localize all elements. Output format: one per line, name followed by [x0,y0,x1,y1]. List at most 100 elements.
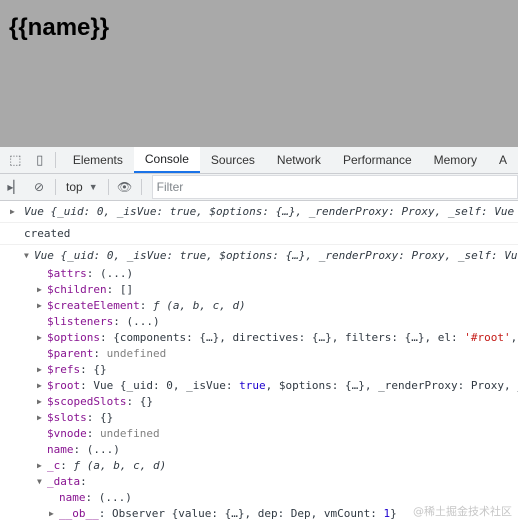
property-value: ƒ (a, b, c, d) [73,459,167,472]
log-text: created [24,227,71,240]
property-key: $attrs [47,267,87,280]
property-key: $scopedSlots [47,395,127,408]
property-value: Vue {_uid: 0, _isVue: [93,379,240,392]
property-row: name: (...) [0,442,518,458]
property-value-rest: , [510,331,518,344]
chevron-down-icon: ▼ [88,182,98,192]
property-value: undefined [100,427,160,440]
property-separator: : [126,395,140,408]
property-key: $children [47,283,107,296]
expand-triangle-icon[interactable]: ▶ [37,330,42,346]
expand-triangle-icon[interactable]: ▶ [37,362,42,378]
property-separator: : [73,443,87,456]
devtools-tabbar: ⬚ ▯ Elements Console Sources Network Per… [0,147,518,174]
divider [55,179,56,195]
property-row: $parent: undefined [0,346,518,362]
property-row[interactable]: ▶ $root: Vue {_uid: 0, _isVue: true, $opt… [0,378,518,394]
property-value-rest: } [390,507,397,520]
property-row: $vnode: undefined [0,426,518,442]
console-message[interactable]: ▶ Vue {_uid: 0, _isVue: true, $options: … [0,201,518,223]
property-separator: : [86,267,100,280]
property-value: {} [100,411,114,424]
property-row[interactable]: ▶ $slots: {} [0,410,518,426]
property-key: _c [47,459,61,472]
devtools-panel: ⬚ ▯ Elements Console Sources Network Per… [0,147,518,523]
property-key: name [59,491,86,504]
property-value: (...) [126,315,160,328]
property-key: $listeners [47,315,114,328]
inspected-page: {{name}} [0,0,518,147]
divider [54,152,56,168]
property-row[interactable]: ▼ _data: [0,474,518,490]
property-value: Observer {value: {…}, dep: Dep, vmCount: [112,507,384,520]
property-key: $root [47,379,81,392]
property-value: (...) [86,443,120,456]
tab-sources[interactable]: Sources [200,147,266,173]
expand-triangle-icon[interactable]: ▶ [37,394,42,410]
property-key: $parent [47,347,94,360]
property-key: $slots [47,411,87,424]
property-key: $options [47,331,100,344]
property-row: $listeners: (...) [0,314,518,330]
property-value: (...) [98,491,132,504]
device-toolbar-icon[interactable]: ▯ [30,147,48,173]
property-row[interactable]: ▶ $refs: {} [0,362,518,378]
log-object-preview: Vue {_uid: 0, _isVue: true, $options: {…… [34,249,518,262]
collapse-triangle-icon[interactable]: ▼ [37,474,42,490]
console-toolbar: ▸▏ ⊘ top ▼ 👁 Filter [0,174,518,201]
inspect-element-icon[interactable]: ⬚ [6,147,24,173]
property-value: undefined [106,347,167,360]
property-value-literal: true [239,379,266,392]
expand-triangle-icon[interactable]: ▶ [37,282,42,298]
property-row[interactable]: ▶ $options: {components: {…}, directives:… [0,330,518,346]
expand-triangle-icon[interactable]: ▶ [49,506,54,522]
property-key: $createElement [47,299,140,312]
object-properties: $attrs: (...) ▶ $children: [] ▶ $createEleme… [0,266,518,522]
property-row: $attrs: (...) [0,266,518,282]
property-row[interactable]: ▶ $scopedSlots: {} [0,394,518,410]
property-separator: : [60,459,74,472]
property-key: __ob__ [59,507,99,520]
tab-elements[interactable]: Elements [62,147,134,173]
filter-input[interactable]: Filter [151,175,518,199]
expand-triangle-icon[interactable]: ▶ [37,458,42,474]
console-message-expanded[interactable]: ▼ Vue {_uid: 0, _isVue: true, $options: … [0,245,518,266]
tab-performance[interactable]: Performance [332,147,423,173]
divider [107,179,109,195]
expand-triangle-icon[interactable]: ▶ [37,378,42,394]
property-key: _data [47,475,81,488]
collapse-triangle-icon[interactable]: ▼ [24,245,29,266]
property-separator: : [80,379,94,392]
watermark: @稀土掘金技术社区 [413,505,512,518]
property-value: (...) [100,267,134,280]
property-value: [] [119,283,134,296]
log-object-preview: Vue {_uid: 0, _isVue: true, $options: {…… [24,205,515,218]
property-separator: : [99,331,114,344]
expand-triangle-icon[interactable]: ▶ [37,410,42,426]
context-selector[interactable]: top ▼ [62,180,102,194]
expand-triangle-icon[interactable]: ▶ [10,201,15,222]
tab-more[interactable]: A [488,147,518,173]
property-key: $refs [47,363,81,376]
property-separator: : [98,507,112,520]
live-expression-eye-icon[interactable]: 👁 [115,177,135,197]
tab-memory[interactable]: Memory [423,147,488,173]
property-separator: : [86,411,100,424]
property-separator: : [80,363,94,376]
console-output: ▶ Vue {_uid: 0, _isVue: true, $options: … [0,201,518,522]
divider [140,179,142,195]
property-row[interactable]: ▶ _c: ƒ (a, b, c, d) [0,458,518,474]
clear-console-icon[interactable]: ⊘ [29,177,49,197]
property-value: {} [139,395,153,408]
property-row[interactable]: ▶ $children: [] [0,282,518,298]
property-value-literal: '#root' [464,331,511,344]
tab-console[interactable]: Console [133,147,200,173]
property-separator: : [113,315,127,328]
property-row[interactable]: ▶ $createElement: ƒ (a, b, c, d) [0,298,518,314]
sidebar-toggle-icon[interactable]: ▸▏ [5,177,25,197]
console-message: created [0,223,518,245]
expand-triangle-icon[interactable]: ▶ [37,298,42,314]
tab-network[interactable]: Network [266,147,332,173]
page-heading: {{name}} [9,14,110,41]
property-separator: : [139,299,153,312]
